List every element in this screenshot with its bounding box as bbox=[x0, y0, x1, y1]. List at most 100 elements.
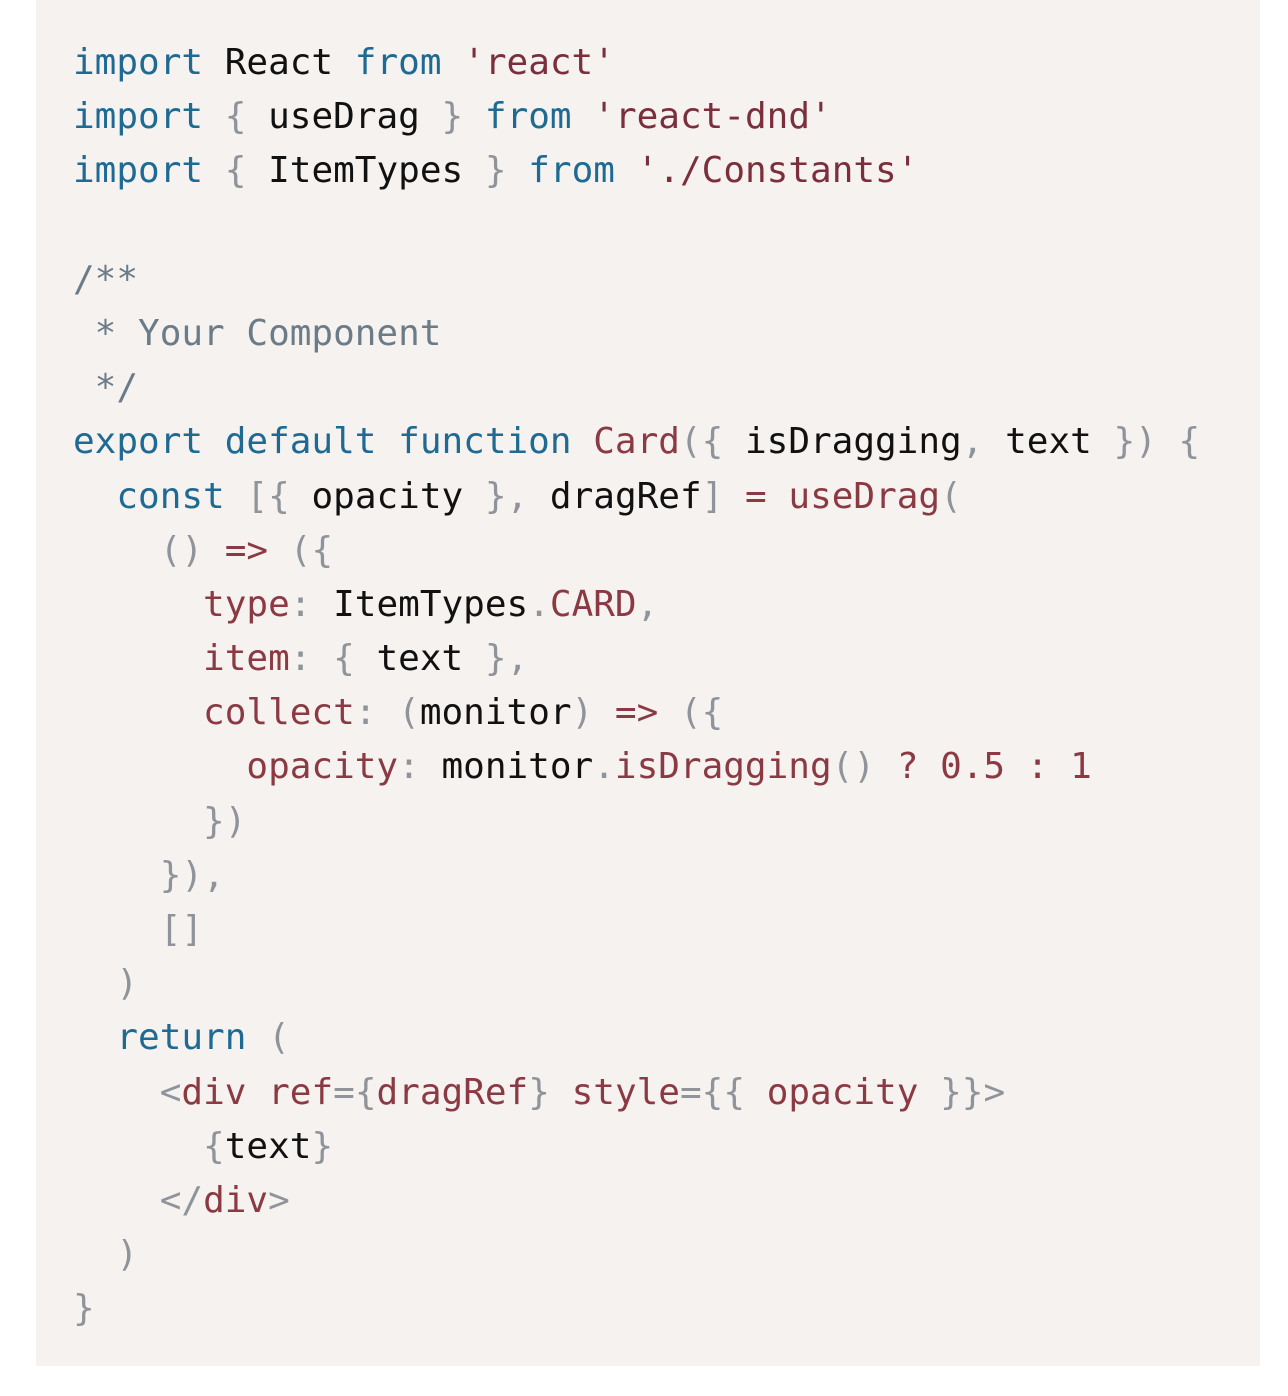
code-line-opacity: opacity: monitor.isDragging() ? 0.5 : 1 bbox=[73, 740, 1260, 794]
code-line-type: type: ItemTypes.CARD, bbox=[73, 578, 1260, 632]
code-line-signature: export default function Card({ isDraggin… bbox=[73, 415, 1260, 469]
var-dragref: dragRef bbox=[549, 475, 702, 517]
code-line-const-usedrag: const [{ opacity }, dragRef] = useDrag( bbox=[73, 470, 1260, 524]
param-text: text bbox=[1005, 421, 1092, 463]
code-line-arrow: () => ({ bbox=[73, 524, 1260, 578]
jsx-tag-div: div bbox=[181, 1071, 247, 1113]
destructure-mid: }, bbox=[484, 475, 529, 517]
code-line-return: return ( bbox=[73, 1011, 1260, 1065]
paren-open: ({ bbox=[679, 421, 724, 463]
jsx-val-dragref: dragRef bbox=[376, 1071, 529, 1113]
param-monitor: monitor bbox=[419, 692, 572, 734]
var-opacity: opacity bbox=[311, 475, 464, 517]
close-call: ) bbox=[116, 963, 139, 1005]
code-line-import-react: import React from 'react' bbox=[73, 36, 1260, 90]
code-line-import-itemtypes: import { ItemTypes } from './Constants' bbox=[73, 144, 1260, 198]
jsx-gt: > bbox=[983, 1071, 1006, 1113]
jsx-brace-close: } bbox=[528, 1071, 550, 1113]
prop-opacity: opacity bbox=[246, 746, 399, 788]
close-inner: }) bbox=[203, 800, 247, 842]
code-line-close-call: ) bbox=[73, 957, 1260, 1011]
jsx-lt-slash: </ bbox=[159, 1179, 204, 1221]
jsx-tag-div: div bbox=[203, 1179, 269, 1221]
itemtypes-ref: ItemTypes bbox=[333, 583, 529, 625]
code-listing: import React from 'react' import { useDra… bbox=[73, 36, 1260, 1337]
code-line-collect: collect: (monitor) => ({ bbox=[73, 686, 1260, 740]
jsx-gt: > bbox=[268, 1179, 290, 1221]
import-source: './Constants' bbox=[636, 150, 919, 192]
jsx-attr-style: style bbox=[571, 1071, 680, 1113]
destructure-close: ] bbox=[701, 475, 724, 517]
close-outer: }), bbox=[159, 854, 225, 896]
keyword-from: from bbox=[528, 150, 615, 192]
comma: , bbox=[961, 421, 984, 463]
assign-operator: = bbox=[745, 475, 767, 517]
code-line-comment-close: */ bbox=[73, 361, 1260, 415]
keyword-export: export bbox=[73, 421, 204, 463]
call-parens: () bbox=[831, 746, 875, 788]
code-line-deps: [] bbox=[73, 903, 1260, 957]
comment-close: */ bbox=[73, 367, 139, 409]
prop-type: type bbox=[203, 583, 290, 625]
code-line-comment-open: /** bbox=[73, 253, 1260, 307]
deps-array: [] bbox=[159, 909, 204, 950]
number-half: 0.5 bbox=[940, 746, 1006, 788]
paren-open: ( bbox=[940, 475, 962, 517]
arrow-operator: => bbox=[224, 529, 269, 571]
code-line-close-outer: }), bbox=[73, 849, 1260, 903]
keyword-default: default bbox=[224, 421, 377, 463]
arrow-operator: => bbox=[614, 692, 659, 734]
code-line-import-usedrag: import { useDrag } from 'react-dnd' bbox=[73, 90, 1260, 144]
code-line-jsx-close: </div> bbox=[73, 1174, 1260, 1228]
object-open: ({ bbox=[289, 529, 334, 571]
close-function: } bbox=[73, 1288, 95, 1330]
brace-close: } bbox=[441, 96, 464, 138]
monitor-ref: monitor bbox=[441, 746, 594, 788]
brace-open: { bbox=[224, 96, 247, 138]
number-one: 1 bbox=[1070, 746, 1092, 788]
text-ref: text bbox=[376, 638, 464, 680]
colon: : bbox=[398, 746, 420, 788]
prop-collect: collect bbox=[203, 692, 355, 734]
brace-close: } bbox=[311, 1125, 334, 1167]
keyword-import: import bbox=[73, 96, 204, 138]
keyword-function: function bbox=[398, 421, 572, 463]
paren-close: ) bbox=[571, 692, 594, 734]
colon: : bbox=[354, 692, 377, 734]
code-line-close-return: ) bbox=[73, 1228, 1260, 1282]
jsx-val-opacity: opacity bbox=[766, 1071, 919, 1113]
code-line-item: item: { text }, bbox=[73, 632, 1260, 686]
paren-open: ( bbox=[268, 1017, 290, 1059]
brace-open: { bbox=[203, 1125, 225, 1167]
jsx-lt: < bbox=[159, 1071, 182, 1113]
dot: . bbox=[528, 583, 550, 625]
empty-parens: () bbox=[159, 529, 204, 571]
object-open: ({ bbox=[679, 692, 724, 734]
text-ref: text bbox=[224, 1125, 312, 1167]
comma: , bbox=[636, 583, 659, 625]
dot: . bbox=[593, 746, 615, 788]
import-name: ItemTypes bbox=[268, 150, 464, 192]
keyword-from: from bbox=[354, 42, 442, 83]
param-isdragging: isDragging bbox=[744, 421, 962, 463]
close-return: ) bbox=[116, 1234, 139, 1276]
jsx-eq: ={ bbox=[333, 1071, 377, 1113]
method-isdragging: isDragging bbox=[614, 746, 832, 788]
keyword-const: const bbox=[116, 475, 225, 517]
brace-open: { bbox=[1178, 421, 1201, 463]
code-line-close-inner: }) bbox=[73, 795, 1260, 849]
jsx-brace-close: }} bbox=[940, 1071, 984, 1113]
colon: : bbox=[289, 638, 312, 680]
jsx-eq: ={{ bbox=[679, 1071, 745, 1113]
keyword-return: return bbox=[116, 1017, 247, 1059]
comment-open: /** bbox=[73, 258, 139, 300]
ternary-colon: : bbox=[1026, 746, 1049, 788]
keyword-import: import bbox=[73, 150, 204, 192]
brace-open: { bbox=[224, 150, 247, 192]
ternary-question: ? bbox=[896, 746, 919, 788]
import-name: useDrag bbox=[268, 96, 420, 138]
code-block: import React from 'react' import { useDra… bbox=[36, 0, 1260, 1366]
brace-close: }, bbox=[484, 638, 529, 680]
import-source: 'react-dnd' bbox=[593, 96, 832, 138]
